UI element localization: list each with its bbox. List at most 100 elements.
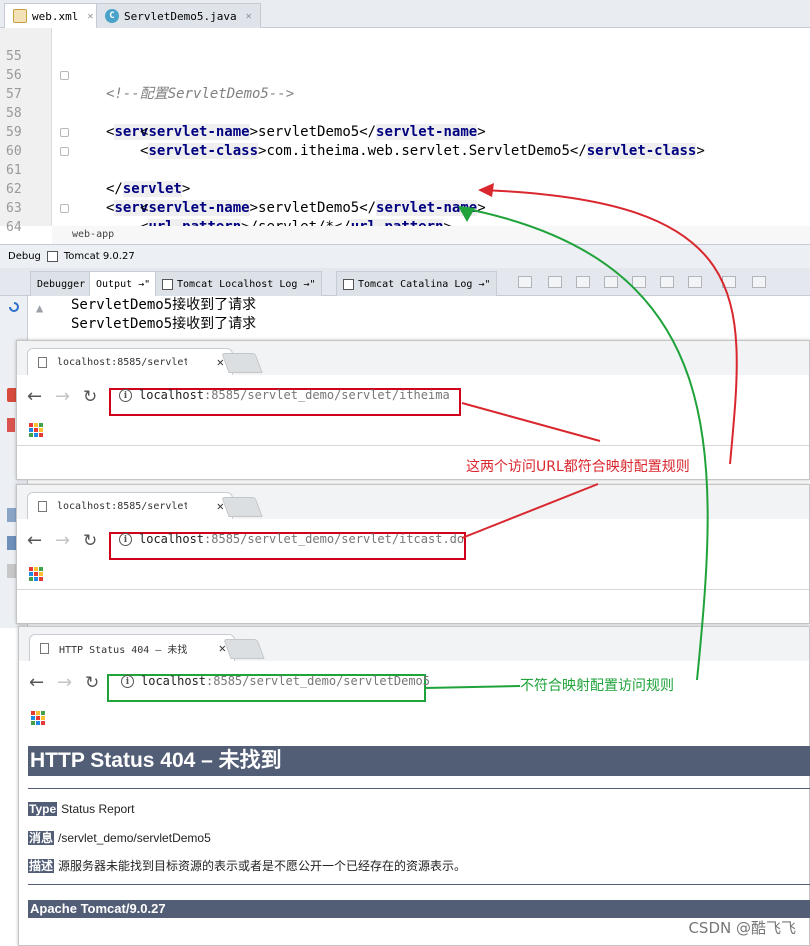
apps-icon[interactable] — [29, 423, 43, 437]
editor-tab-bar: web.xml ✕ C ServletDemo5.java ✕ — [0, 0, 810, 28]
evaluate-icon[interactable] — [688, 276, 702, 288]
tab-label: web.xml — [32, 9, 79, 23]
browser-tab[interactable]: localhost:8585/servlet ✕ — [27, 492, 233, 519]
browser-window: localhost:8585/servlet ✕ ← → ↻ i localho… — [16, 340, 810, 480]
close-icon[interactable]: ✕ — [87, 11, 93, 22]
divider — [17, 445, 809, 446]
tab-label: Tomcat Catalina Log →" — [358, 278, 491, 290]
new-tab-button[interactable] — [221, 497, 263, 517]
browser-tab-strip: localhost:8585/servlet ✕ — [17, 341, 809, 375]
watermark: CSDN @酷飞飞 — [688, 919, 796, 937]
drop-frame-icon[interactable] — [632, 276, 646, 288]
debug-title-bar: Debug Tomcat 9.0.27 — [0, 244, 810, 268]
browser-toolbar: ← → ↻ i localhost:8585/servlet_demo/serv… — [17, 519, 809, 565]
address-bar[interactable]: i localhost:8585/servlet_demo/servlet/it… — [109, 526, 807, 560]
threads-icon[interactable] — [752, 276, 766, 288]
tab-label: ServletDemo5.java — [124, 9, 237, 23]
forward-icon[interactable]: → — [55, 388, 70, 406]
xml-tag: servlet-class — [586, 143, 697, 159]
tab-debugger[interactable]: Debugger — [30, 271, 93, 296]
description-label: 描述 — [28, 859, 55, 873]
line-number: 64 — [6, 220, 22, 235]
console-line: ServletDemo5接收到了请求 — [71, 297, 257, 313]
fold-icon[interactable] — [60, 204, 69, 213]
console-output[interactable]: ▲ ServletDemo5接收到了请求 ServletDemo5接收到了请求 — [28, 296, 810, 340]
step-out-icon[interactable] — [604, 276, 618, 288]
code-line: 60 </servlet> — [0, 123, 190, 197]
code-line: 64 </servlet-mapping> — [0, 199, 258, 273]
xml-value: com.itheima.web.servlet.ServletDemo5 — [266, 143, 570, 159]
info-icon[interactable]: i — [121, 675, 134, 688]
browser-tab-strip: localhost:8585/servlet ✕ — [17, 485, 809, 519]
close-icon[interactable]: ✕ — [246, 11, 252, 22]
code-editor[interactable]: 55 56 <!--配置ServletDemo5--> 57 <servlet>… — [0, 28, 810, 273]
back-icon[interactable]: ← — [29, 674, 44, 692]
tab-tomcat-localhost-log[interactable]: Tomcat Localhost Log →" — [155, 271, 323, 296]
error-type-row: Type Status Report — [28, 802, 135, 816]
url-text: localhost:8585/servlet_demo/servletDemo5 — [141, 674, 430, 688]
tab-tomcat-catalina-log[interactable]: Tomcat Catalina Log →" — [336, 271, 498, 296]
annotation-red-label: 这两个访问URL都符合映射配置规则 — [466, 459, 690, 475]
scroll-up-icon[interactable]: ▲ — [36, 301, 43, 315]
step-into-icon[interactable] — [548, 276, 562, 288]
url-text: localhost:8585/servlet_demo/servlet/itca… — [139, 532, 465, 546]
breadcrumb[interactable]: web-app — [52, 226, 810, 244]
browser-tab[interactable]: HTTP Status 404 – 未找 ✕ — [29, 634, 235, 661]
tomcat-icon — [162, 278, 173, 290]
reload-icon[interactable]: ↻ — [85, 674, 99, 692]
force-step-into-icon[interactable] — [576, 276, 590, 288]
back-icon[interactable]: ← — [27, 388, 42, 406]
code-line: 61 <servlet-mapping> — [0, 142, 249, 216]
run-config-label: Tomcat 9.0.27 — [63, 251, 135, 262]
tab-output[interactable]: Output →" — [89, 271, 158, 296]
reload-icon[interactable]: ↻ — [83, 532, 97, 550]
fold-icon[interactable] — [60, 147, 69, 156]
tab-title: HTTP Status 404 – 未找 — [59, 644, 188, 656]
tab-web-xml[interactable]: web.xml ✕ — [4, 3, 103, 28]
tomcat-icon — [343, 278, 354, 290]
code-line: 57 <servlet> — [0, 66, 182, 140]
new-tab-button[interactable] — [223, 639, 265, 659]
tab-title: localhost:8585/servlet — [57, 500, 187, 512]
code-line: 55 — [0, 28, 34, 64]
new-tab-button[interactable] — [221, 353, 263, 373]
address-bar[interactable]: i localhost:8585/servlet_demo/servletDem… — [107, 668, 809, 702]
url-text: localhost:8585/servlet_demo/servlet/ithe… — [139, 388, 450, 402]
divider — [17, 589, 809, 590]
back-icon[interactable]: ← — [27, 532, 42, 550]
xml-tag: servlet-name — [148, 124, 250, 140]
breakpoint-icon[interactable] — [7, 418, 15, 432]
message-value: /servlet_demo/servletDemo5 — [58, 831, 211, 845]
error-message-row: 消息/servlet_demo/servletDemo5 — [28, 829, 211, 846]
xml-tag: servlet-name — [376, 124, 478, 140]
fold-icon[interactable] — [60, 71, 69, 80]
tab-servletdemo5-java[interactable]: C ServletDemo5.java ✕ — [96, 3, 261, 28]
page-icon — [38, 356, 47, 368]
fold-icon[interactable] — [60, 128, 69, 137]
debug-label: Debug — [8, 251, 41, 262]
address-bar[interactable]: i localhost:8585/servlet_demo/servlet/it… — [109, 382, 807, 416]
forward-icon[interactable]: → — [55, 532, 70, 550]
forward-icon[interactable]: → — [57, 674, 72, 692]
code-line: 63 <url-pattern>/servlet/*</url-pattern> — [0, 180, 452, 235]
browser-tab[interactable]: localhost:8585/servlet ✕ — [27, 348, 233, 375]
apps-icon[interactable] — [31, 711, 45, 725]
error-description-row: 描述 源服务器未能找到目标资源的表示或者是不愿公开一个已经存在的资源表示。 — [28, 857, 466, 874]
java-class-icon: C — [105, 9, 119, 23]
apps-icon[interactable] — [29, 567, 43, 581]
browser-toolbar: ← → ↻ i localhost:8585/servlet_demo/serv… — [19, 661, 809, 707]
info-icon[interactable]: i — [119, 389, 132, 402]
divider — [28, 788, 810, 789]
frames-icon[interactable] — [722, 276, 736, 288]
tab-label: Tomcat Localhost Log →" — [177, 278, 316, 290]
refresh-icon[interactable] — [7, 300, 21, 314]
tab-label: Output →" — [96, 278, 151, 290]
reload-icon[interactable]: ↻ — [83, 388, 97, 406]
step-over-icon[interactable] — [518, 276, 532, 288]
page-icon — [38, 500, 47, 512]
info-icon[interactable]: i — [119, 533, 132, 546]
code-line: 58 <servlet-name>servletDemo5</servlet-n… — [6, 106, 486, 140]
browser-tab-strip: HTTP Status 404 – 未找 ✕ — [19, 627, 809, 661]
run-to-cursor-icon[interactable] — [660, 276, 674, 288]
tab-label: Debugger — [37, 278, 86, 290]
